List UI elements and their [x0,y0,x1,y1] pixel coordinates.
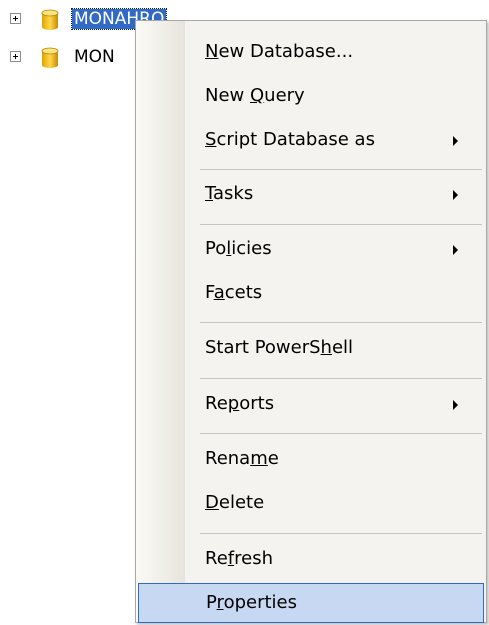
expand-plus-icon[interactable] [10,13,21,24]
menu-item-properties[interactable]: Properties [138,583,484,623]
submenu-arrow-icon [453,190,458,200]
menu-item-label: Refresh [205,548,273,569]
submenu-arrow-icon [453,136,458,146]
menu-item-script-database-as[interactable]: Script Database as [138,121,484,161]
menu-item-policies[interactable]: Policies [138,230,484,270]
tree-node-label[interactable]: MON [72,47,117,67]
submenu-arrow-icon [453,245,458,255]
menu-separator [200,533,482,534]
menu-separator [200,169,482,170]
expand-plus-icon[interactable] [10,51,21,62]
menu-item-label: Facets [205,282,263,303]
menu-separator [200,433,482,434]
menu-item-reports[interactable]: Reports [138,385,484,425]
menu-item-label: Delete [205,492,265,513]
menu-item-rename[interactable]: Rename [138,440,484,480]
menu-item-label: New Query [205,85,305,106]
menu-separator [200,378,482,379]
menu-item-label: New Database... [205,41,354,62]
menu-item-new-query[interactable]: New Query [138,77,484,117]
menu-item-label: Properties [206,592,297,613]
menu-separator [200,322,482,323]
menu-item-label: Reports [205,393,275,414]
database-icon [38,8,62,32]
menu-separator [200,224,482,225]
submenu-arrow-icon [453,400,458,410]
menu-item-label: Start PowerShell [205,337,354,358]
menu-item-facets[interactable]: Facets [138,274,484,314]
menu-item-delete[interactable]: Delete [138,484,484,524]
menu-item-refresh[interactable]: Refresh [138,540,484,580]
menu-item-label: Rename [205,448,279,469]
database-icon [38,46,62,70]
menu-item-new-database[interactable]: New Database... [138,33,484,73]
menu-item-label: Policies [205,238,272,259]
menu-item-tasks[interactable]: Tasks [138,175,484,215]
menu-item-label: Script Database as [205,129,375,150]
menu-item-label: Tasks [205,183,254,204]
menu-item-start-powershell[interactable]: Start PowerShell [138,329,484,369]
context-menu: New Database... New Query Script Databas… [135,20,487,623]
